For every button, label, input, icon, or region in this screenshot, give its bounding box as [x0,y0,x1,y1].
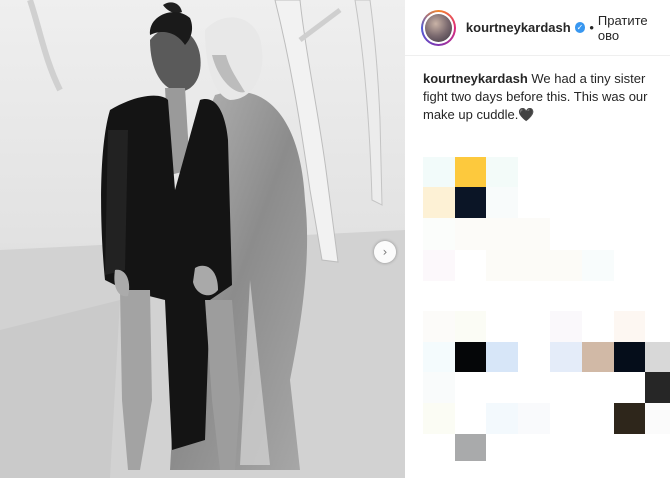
follow-button[interactable]: Пратите ово [598,13,670,43]
post-sidebar: kourtneykardash ✓ • Пратите ово kourtney… [405,0,670,478]
verified-badge-icon: ✓ [574,22,586,33]
separator-dot: • [589,20,594,35]
photo-scene [0,0,405,478]
username-link[interactable]: kourtneykardash [466,20,571,35]
caption-username[interactable]: kourtneykardash [423,71,528,86]
next-image-button[interactable]: › [374,241,396,263]
post-caption: kourtneykardash We had a tiny sister fig… [405,56,670,124]
avatar-image [423,11,454,44]
post-header: kourtneykardash ✓ • Пратите ово [405,0,670,56]
post-photo[interactable]: › [0,0,405,478]
avatar[interactable] [421,9,456,46]
chevron-right-icon: › [382,245,388,259]
